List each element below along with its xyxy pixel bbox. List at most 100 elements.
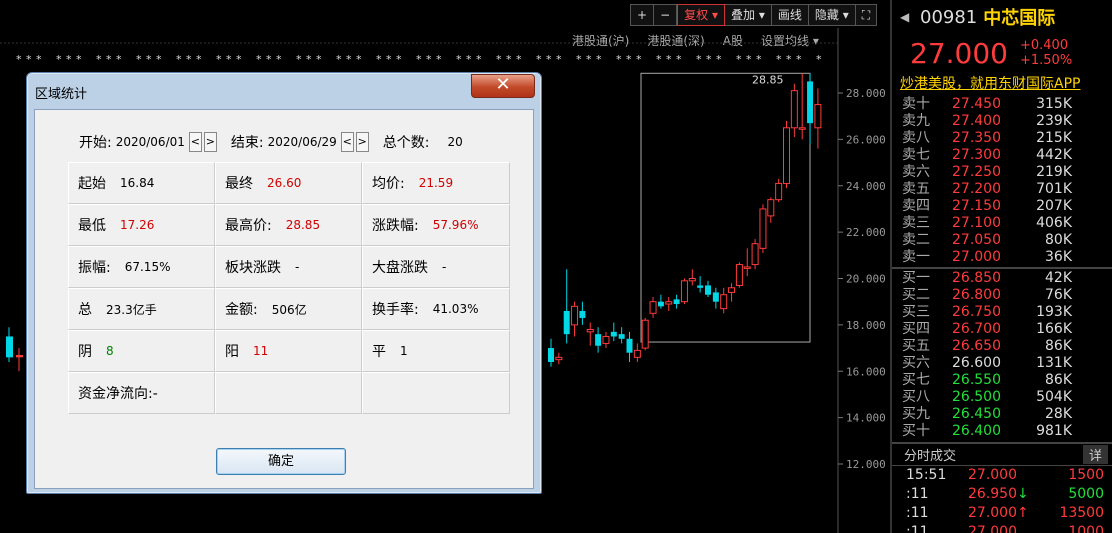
signal-star-mark: * xyxy=(746,53,752,66)
candle-body-up xyxy=(767,199,775,217)
level-label: 卖七 xyxy=(902,147,930,163)
signal-star-mark: * xyxy=(256,53,262,66)
ask-row[interactable]: 卖九 27.400 239K xyxy=(892,113,1112,130)
bid-row[interactable]: 买五 26.650 86K xyxy=(892,338,1112,355)
candle-body-down xyxy=(807,81,814,124)
end-prev-button[interactable]: < xyxy=(340,132,354,152)
level-price: 26.500 xyxy=(952,389,1001,405)
level-volume: 36K xyxy=(1045,249,1072,265)
zoom-out-button[interactable]: − xyxy=(654,4,678,26)
ask-row[interactable]: 卖三 27.100 406K xyxy=(892,215,1112,232)
fullscreen-icon: ⛶ xyxy=(861,8,871,22)
bid-row[interactable]: 买三 26.750 193K xyxy=(892,304,1112,321)
signal-star-mark: * xyxy=(636,53,642,66)
stat-label: 换手率: xyxy=(372,302,419,318)
candle-body-up xyxy=(728,287,736,293)
ok-button[interactable]: 确定 xyxy=(216,448,346,475)
stat-value: 11 xyxy=(253,344,269,358)
bid-row[interactable]: 买九 26.450 28K xyxy=(892,406,1112,423)
ask-row[interactable]: 卖八 27.350 215K xyxy=(892,130,1112,147)
level-volume: 86K xyxy=(1045,372,1072,388)
yincang-button[interactable]: 隐藏 ▾ xyxy=(808,4,856,26)
level-volume: 981K xyxy=(1036,423,1072,439)
chevron-down-icon: ▾ xyxy=(758,8,765,22)
level-volume: 219K xyxy=(1036,164,1072,180)
level-label: 卖八 xyxy=(902,130,930,146)
signal-star-mark: * xyxy=(76,53,82,66)
trades-list: 15:51 27.000 1500:11 26.950↓ 5000:11 27.000↑ 1… xyxy=(892,466,1112,533)
signal-star-mark: * xyxy=(576,53,582,66)
fullscreen-button[interactable]: ⛶ xyxy=(855,4,878,26)
start-next-button[interactable]: > xyxy=(203,132,217,152)
ask-row[interactable]: 卖二 27.050 80K xyxy=(892,232,1112,249)
stat-cell: 总 23.3亿手 xyxy=(68,288,215,330)
level-label: 卖九 xyxy=(902,113,930,129)
bid-row[interactable]: 买六 26.600 131K xyxy=(892,355,1112,372)
bid-row[interactable]: 买四 26.700 166K xyxy=(892,321,1112,338)
trade-row: :11 27.000↑ 13500 xyxy=(892,504,1112,523)
stat-label: 均价: xyxy=(372,176,405,192)
level-price: 27.350 xyxy=(952,130,1001,146)
level-price: 26.450 xyxy=(952,406,1001,422)
level-volume: 442K xyxy=(1036,147,1072,163)
bid-row[interactable]: 买十 26.400 981K xyxy=(892,423,1112,440)
trade-price-value: 26.950 xyxy=(968,486,1017,502)
stat-label: 最高价: xyxy=(225,218,272,234)
signal-star-mark: * xyxy=(216,53,222,66)
huaxian-button[interactable]: 画线 xyxy=(771,4,809,26)
y-tick-label: 28.000 xyxy=(846,87,886,100)
candle-body-up xyxy=(751,243,759,266)
dialog-title: 区域统计 xyxy=(35,87,88,102)
end-label: 结束: xyxy=(230,135,264,151)
ad-link[interactable]: 炒港美股，就用东财国际APP xyxy=(892,72,1112,96)
ask-row[interactable]: 卖七 27.300 442K xyxy=(892,147,1112,164)
bid-row[interactable]: 买八 26.500 504K xyxy=(892,389,1112,406)
candle-body-up xyxy=(814,104,822,129)
ask-row[interactable]: 卖五 27.200 701K xyxy=(892,181,1112,198)
ask-row[interactable]: 卖一 27.000 36K xyxy=(892,249,1112,266)
level-label: 卖三 xyxy=(902,215,930,231)
close-button[interactable]: ✕ xyxy=(471,74,535,98)
bid-row[interactable]: 买七 26.550 86K xyxy=(892,372,1112,389)
candle-body xyxy=(16,355,23,358)
y-tick-label: 24.000 xyxy=(846,180,886,193)
diejia-button[interactable]: 叠加 ▾ xyxy=(725,4,772,26)
ask-row[interactable]: 卖四 27.150 207K xyxy=(892,198,1112,215)
candle-body-down xyxy=(548,348,554,362)
candle-body-up xyxy=(759,208,767,249)
trade-volume: 1000 xyxy=(1068,524,1104,533)
start-prev-button[interactable]: < xyxy=(188,132,202,152)
signal-star-mark: * xyxy=(676,53,682,66)
level-label: 买八 xyxy=(902,389,930,405)
candle-body-down xyxy=(618,334,625,339)
signal-star-mark: * xyxy=(786,53,792,66)
signal-star-mark: * xyxy=(146,53,152,66)
bid-row[interactable]: 买一 26.850 42K xyxy=(892,270,1112,287)
candle-body-up xyxy=(798,127,806,130)
level-label: 卖十 xyxy=(902,96,930,112)
signal-star-mark: * xyxy=(756,53,762,66)
candle-body-up xyxy=(743,266,751,269)
candle-body-up xyxy=(586,329,594,333)
stat-value: 23.3亿手 xyxy=(106,302,157,317)
candle-body-up xyxy=(649,301,657,314)
prev-stock-icon[interactable]: ◀ xyxy=(900,10,920,24)
signal-star-mark: * xyxy=(176,53,182,66)
signal-star-mark: * xyxy=(736,53,742,66)
level-label: 卖一 xyxy=(902,249,930,265)
zoom-in-button[interactable]: + xyxy=(630,4,655,26)
bid-row[interactable]: 买二 26.800 76K xyxy=(892,287,1112,304)
trade-time: :11 xyxy=(906,486,929,502)
stock-name: 中芯国际 xyxy=(983,8,1056,29)
trades-detail-button[interactable]: 详 xyxy=(1082,445,1108,464)
fuquan-button[interactable]: 复权 ▾ xyxy=(677,4,725,26)
ask-row[interactable]: 卖六 27.250 219K xyxy=(892,164,1112,181)
trade-direction-icon: ↑ xyxy=(1017,505,1029,521)
end-next-button[interactable]: > xyxy=(355,132,369,152)
ask-row[interactable]: 卖十 27.450 315K xyxy=(892,96,1112,113)
candle-body-up xyxy=(790,90,798,129)
region-stats-dialog: 区域统计 ✕ 开始: 2020/06/01 < > 结束: 2020/06/29… xyxy=(26,72,542,494)
change-value: +0.400 xyxy=(1019,38,1069,53)
level-price: 27.450 xyxy=(952,96,1001,112)
last-price: 27.000 xyxy=(910,36,1008,70)
